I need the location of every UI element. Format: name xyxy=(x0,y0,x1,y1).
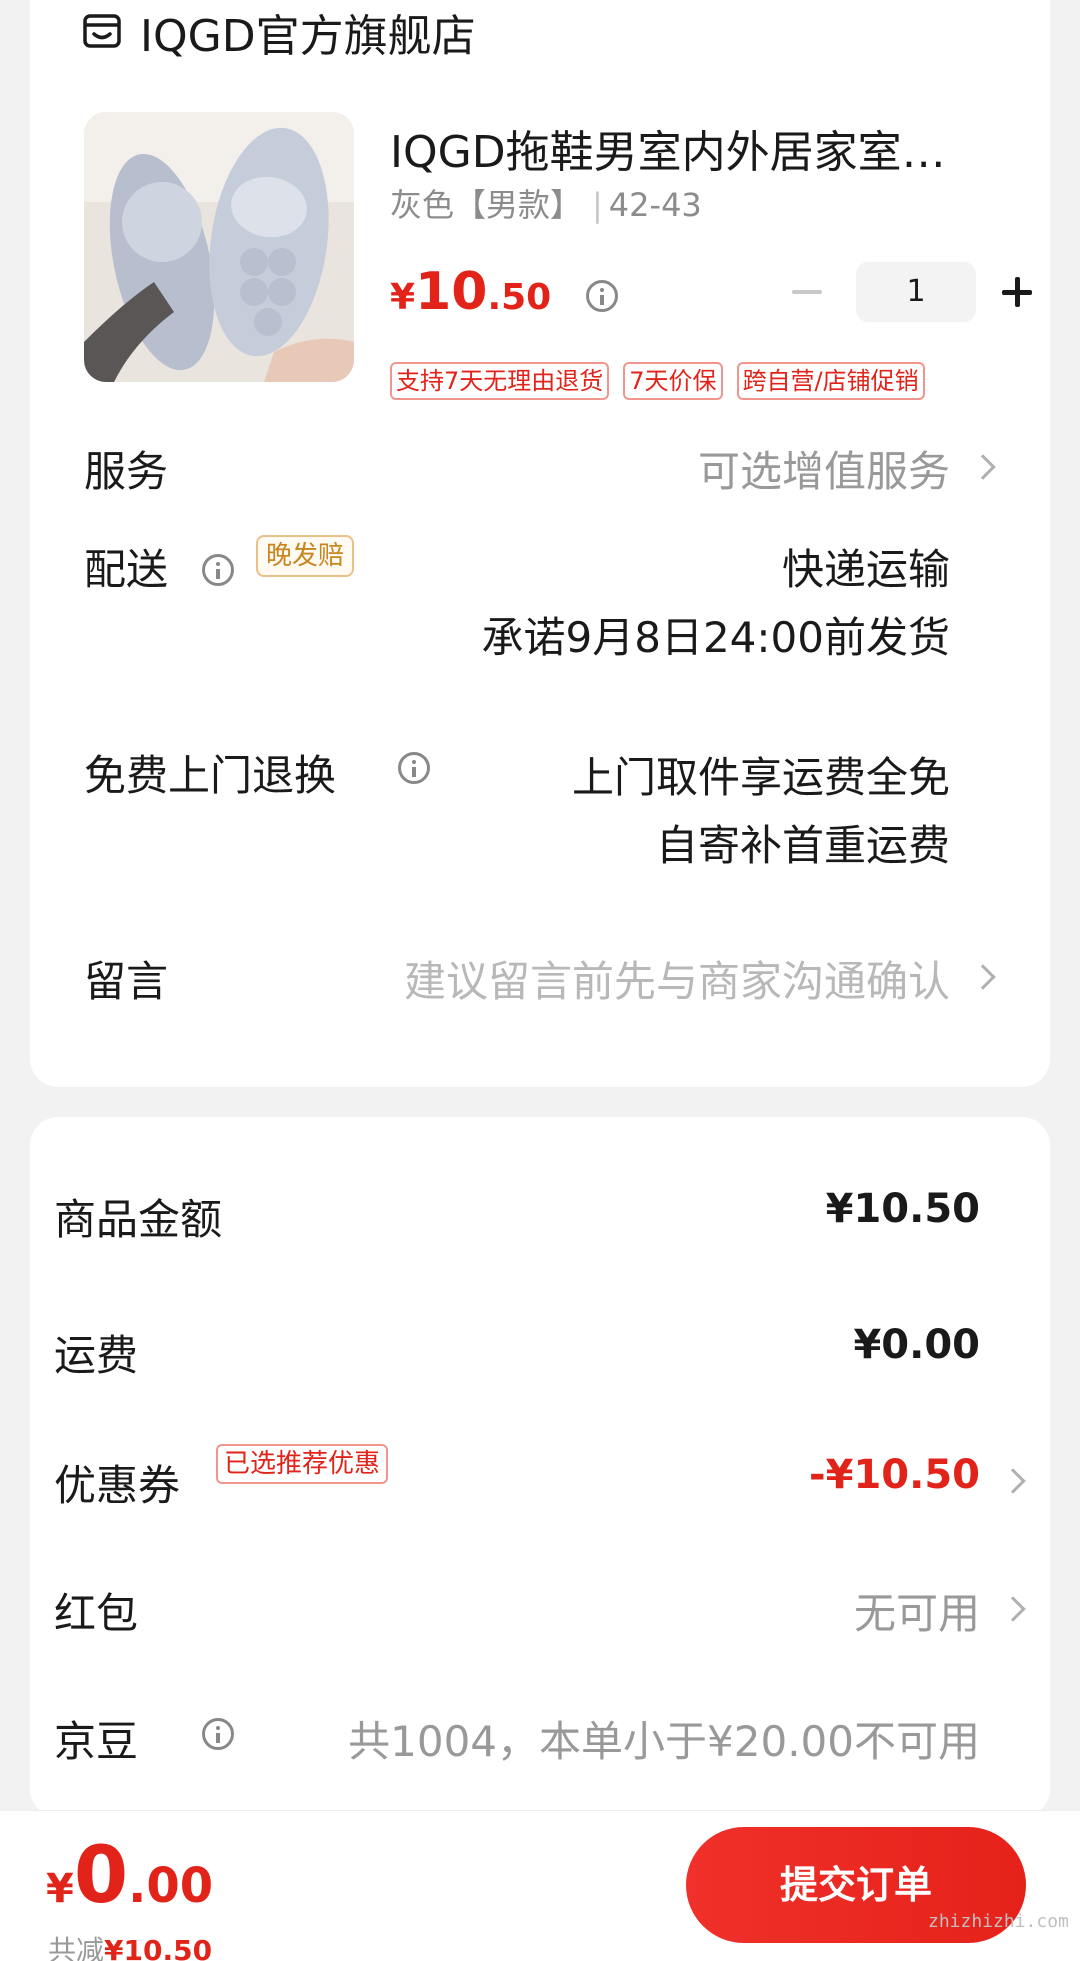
price-symbol: ¥ xyxy=(390,277,416,318)
product-tags: 支持7天无理由退货 7天价保 跨自营/店铺促销 xyxy=(390,362,925,400)
quantity-input[interactable]: 1 xyxy=(856,262,976,322)
goods-amount-label: 商品金额 xyxy=(54,1195,223,1244)
decrease-quantity-button[interactable] xyxy=(790,262,826,322)
product-price: ¥ 10 .50 xyxy=(390,262,551,322)
tag-return: 支持7天无理由退货 xyxy=(390,362,610,400)
watermark: zhizhizhi.com xyxy=(928,1911,1069,1932)
jingdou-label: 京豆 xyxy=(54,1717,139,1766)
shipping-value: ¥0.00 xyxy=(853,1322,980,1368)
message-input[interactable]: 建议留言前先与商家沟通确认 xyxy=(404,948,950,1009)
jingdou-value: 共1004，本单小于¥20.00不可用 xyxy=(348,1717,980,1766)
saving-value: ¥10.50 xyxy=(104,1934,213,1961)
store-icon xyxy=(83,14,121,48)
coupon-badge: 已选推荐优惠 xyxy=(216,1444,389,1484)
saving-label: 共减 xyxy=(48,1934,105,1961)
return-line-1: 上门取件享运费全免 xyxy=(571,753,950,802)
service-label: 服务 xyxy=(84,447,169,496)
return-line-2: 自寄补首重运费 xyxy=(655,821,950,870)
store-name: IQGD官方旗舰店 xyxy=(140,11,476,62)
total-symbol: ¥ xyxy=(46,1866,74,1912)
service-value[interactable]: 可选增值服务 xyxy=(698,438,950,499)
total-saving[interactable]: 共减¥10.50 xyxy=(48,1929,212,1961)
quantity-stepper: 1 xyxy=(790,262,1036,322)
spec-divider: | xyxy=(592,186,603,224)
price-integer: 10 xyxy=(415,262,488,322)
message-label: 留言 xyxy=(84,957,169,1006)
shipping-label: 运费 xyxy=(54,1331,139,1380)
return-info-icon[interactable] xyxy=(398,752,430,784)
goods-amount-value: ¥10.50 xyxy=(825,1186,980,1232)
store-header[interactable]: IQGD官方旗舰店 xyxy=(82,0,476,64)
total-integer: 0 xyxy=(73,1831,129,1921)
price-decimal: .50 xyxy=(487,277,552,318)
coupon-value[interactable]: -¥10.50 xyxy=(809,1452,980,1498)
delivery-label: 配送 xyxy=(84,545,169,594)
delivery-promise: 承诺9月8日24:00前发货 xyxy=(481,613,950,662)
tag-promotion: 跨自营/店铺促销 xyxy=(736,362,925,400)
checkout-bar: ¥ 0 .00 共减¥10.50 提交订单 zhizhizhi.com xyxy=(0,1810,1080,1961)
chevron-right-icon[interactable] xyxy=(970,964,996,990)
product-image[interactable] xyxy=(84,112,354,382)
increase-quantity-button[interactable] xyxy=(996,262,1036,322)
jingdou-info-icon[interactable] xyxy=(202,1718,234,1750)
redpacket-value[interactable]: 无可用 xyxy=(854,1580,980,1641)
redpacket-label: 红包 xyxy=(54,1589,139,1638)
chevron-right-icon[interactable] xyxy=(970,454,996,480)
delivery-method[interactable]: 快递运输 xyxy=(782,536,950,597)
return-service-label: 免费上门退换 xyxy=(84,751,337,800)
total-price: ¥ 0 .00 xyxy=(46,1831,213,1921)
total-decimal: .00 xyxy=(128,1858,214,1914)
price-info-icon[interactable] xyxy=(586,280,618,312)
product-title[interactable]: IQGD拖鞋男室内外居家室… xyxy=(390,116,1010,180)
late-compensation-badge: 晚发赔 xyxy=(256,535,355,577)
product-spec[interactable]: 灰色【男款】 | 42-43 xyxy=(390,180,702,226)
delivery-info-icon[interactable] xyxy=(202,554,234,586)
spec-size: 42-43 xyxy=(608,186,702,224)
coupon-label: 优惠券 xyxy=(54,1461,181,1510)
order-item-card: IQGD官方旗舰店 IQGD拖鞋男室内外居家室… 灰色【男款】 | 42-43 ¥ … xyxy=(30,0,1050,1087)
tag-price-protect: 7天价保 xyxy=(623,362,723,400)
spec-color: 灰色【男款】 xyxy=(390,186,583,224)
